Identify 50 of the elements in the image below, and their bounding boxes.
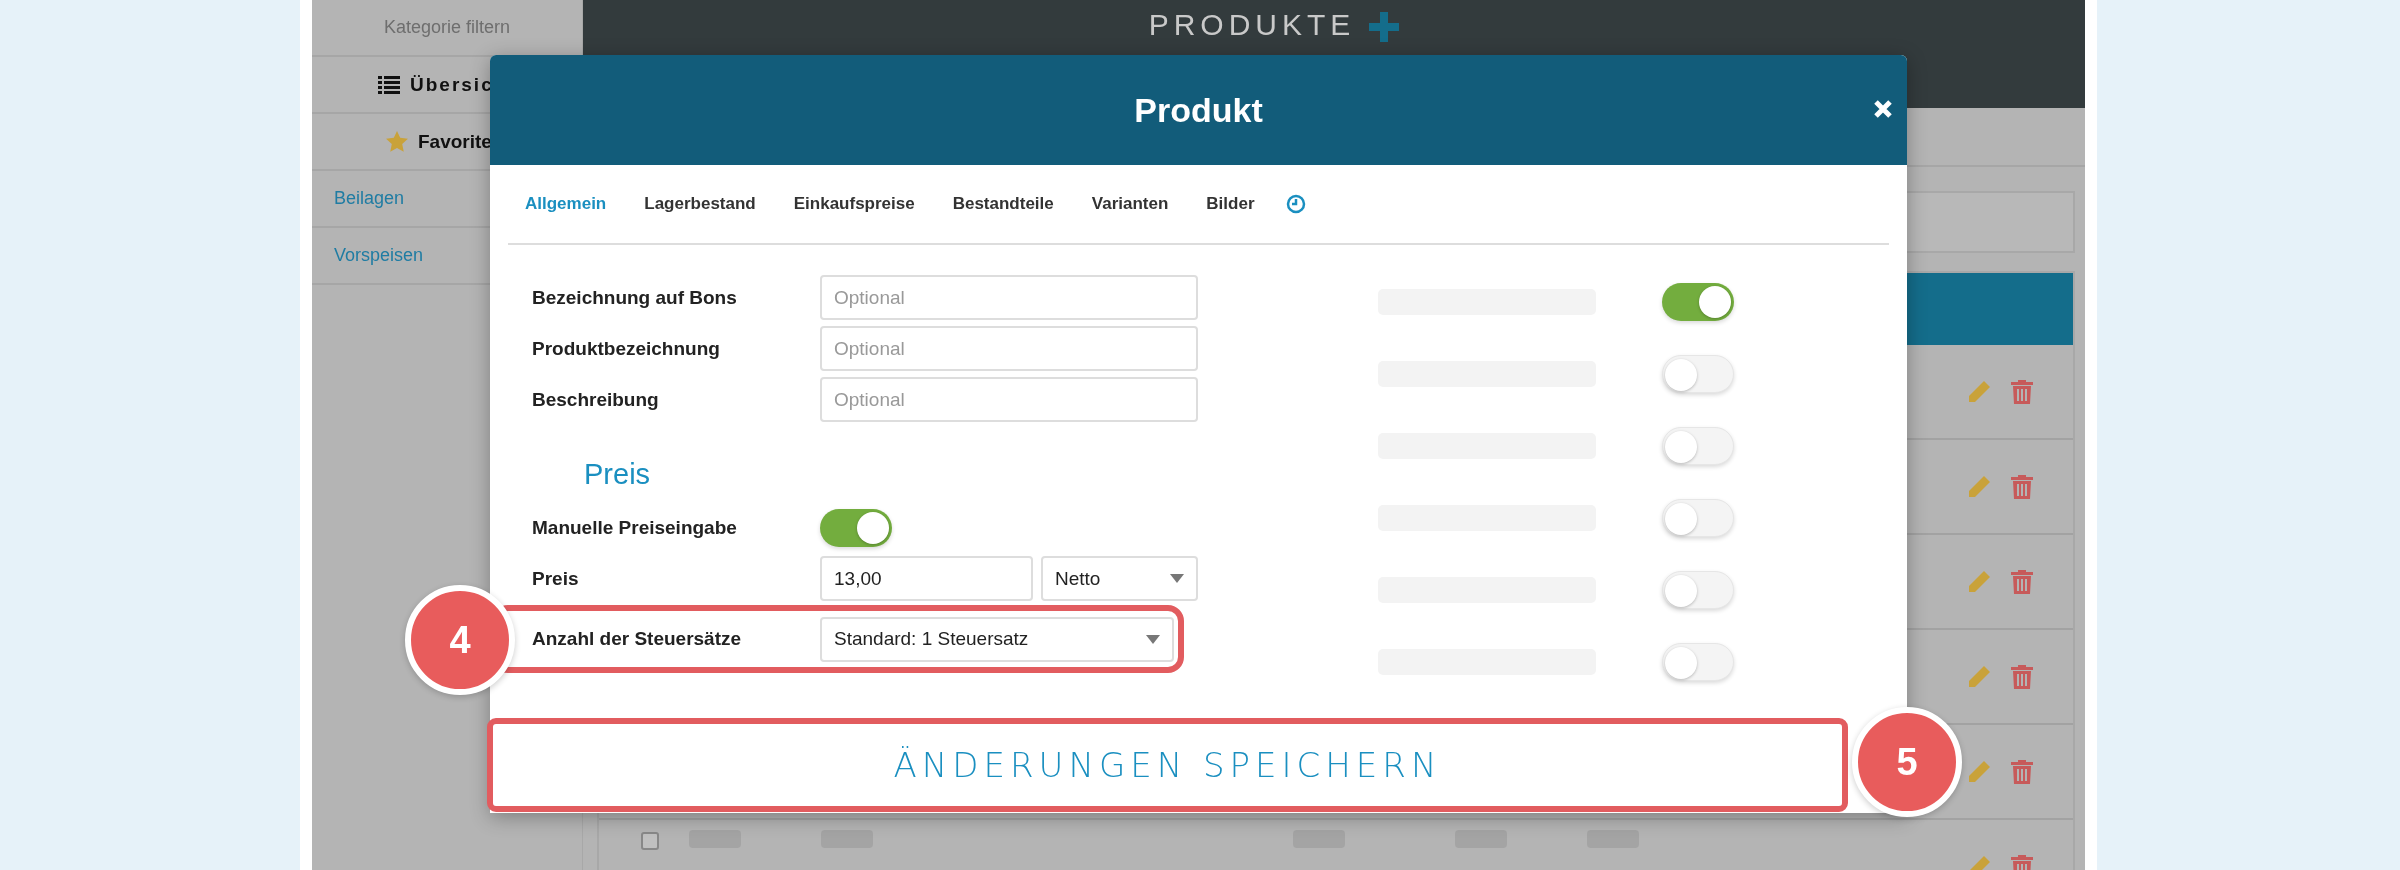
toggle-switch[interactable] xyxy=(1662,283,1734,321)
trash-icon[interactable] xyxy=(2011,379,2033,404)
caret-icon xyxy=(1170,574,1184,583)
price-mode-dropdown[interactable]: Netto xyxy=(1041,556,1198,601)
list-icon xyxy=(378,75,400,94)
page-title: PRODUKTE xyxy=(1148,8,1356,43)
field-label: Anzahl der Steuersätze xyxy=(532,628,743,650)
text-field[interactable]: Optional xyxy=(820,326,1198,371)
plus-icon[interactable] xyxy=(1369,12,1400,42)
price-field[interactable]: 13,00 xyxy=(820,556,1033,601)
field-label: Beschreibung xyxy=(532,388,660,411)
tab[interactable]: Allgemein xyxy=(508,194,626,214)
toggle-switch[interactable] xyxy=(1662,355,1734,393)
field-label: Bezeichnung auf Bons xyxy=(532,286,738,309)
save-button[interactable]: ÄNDERUNGEN SPEICHERN xyxy=(490,721,1845,809)
sidebar-item-label: Übersic xyxy=(410,73,494,96)
row-checkbox[interactable] xyxy=(641,832,659,850)
pencil-icon[interactable] xyxy=(1967,569,1991,594)
tab[interactable]: Bilder xyxy=(1187,194,1274,214)
tab[interactable]: Bestandteile xyxy=(933,194,1073,214)
toggle-switch[interactable] xyxy=(1662,643,1734,681)
toggle-switch[interactable] xyxy=(1662,499,1734,537)
clock-icon[interactable] xyxy=(1285,194,1306,214)
close-icon[interactable] xyxy=(1873,99,1893,119)
field-label: Produktbezeichnung xyxy=(532,337,721,360)
toggle-switch[interactable] xyxy=(1662,571,1734,609)
tab[interactable]: Einkaufspreise xyxy=(774,194,934,214)
caret-icon xyxy=(1146,634,1160,644)
dialog-title: Produkt xyxy=(1134,90,1263,130)
field-label: Manuelle Preiseingabe xyxy=(532,516,738,539)
trash-icon[interactable] xyxy=(2011,569,2033,594)
tax-dropdown[interactable]: Standard: 1 Steuersatz xyxy=(820,616,1174,662)
trash-icon[interactable] xyxy=(2011,759,2033,784)
trash-icon[interactable] xyxy=(2011,664,2033,689)
tab[interactable]: Lagerbestand xyxy=(625,194,775,214)
toggle-switch[interactable] xyxy=(1662,427,1734,465)
field-label: Preis xyxy=(532,567,580,590)
text-field[interactable]: Optional xyxy=(820,275,1198,320)
pencil-icon[interactable] xyxy=(1967,379,1991,404)
tab[interactable]: Varianten xyxy=(1072,194,1188,214)
text-field[interactable]: Optional xyxy=(820,377,1198,422)
star-icon xyxy=(386,131,408,152)
pencil-icon[interactable] xyxy=(1967,759,1991,784)
filter-label: Kategorie filtern xyxy=(383,17,511,38)
toggle-switch[interactable] xyxy=(820,508,892,547)
pencil-icon[interactable] xyxy=(1967,474,1991,499)
section-heading: Preis xyxy=(583,457,652,492)
sidebar-item-label: Favorite xyxy=(418,130,492,153)
pencil-icon[interactable] xyxy=(1967,664,1991,689)
trash-icon[interactable] xyxy=(2011,474,2033,499)
